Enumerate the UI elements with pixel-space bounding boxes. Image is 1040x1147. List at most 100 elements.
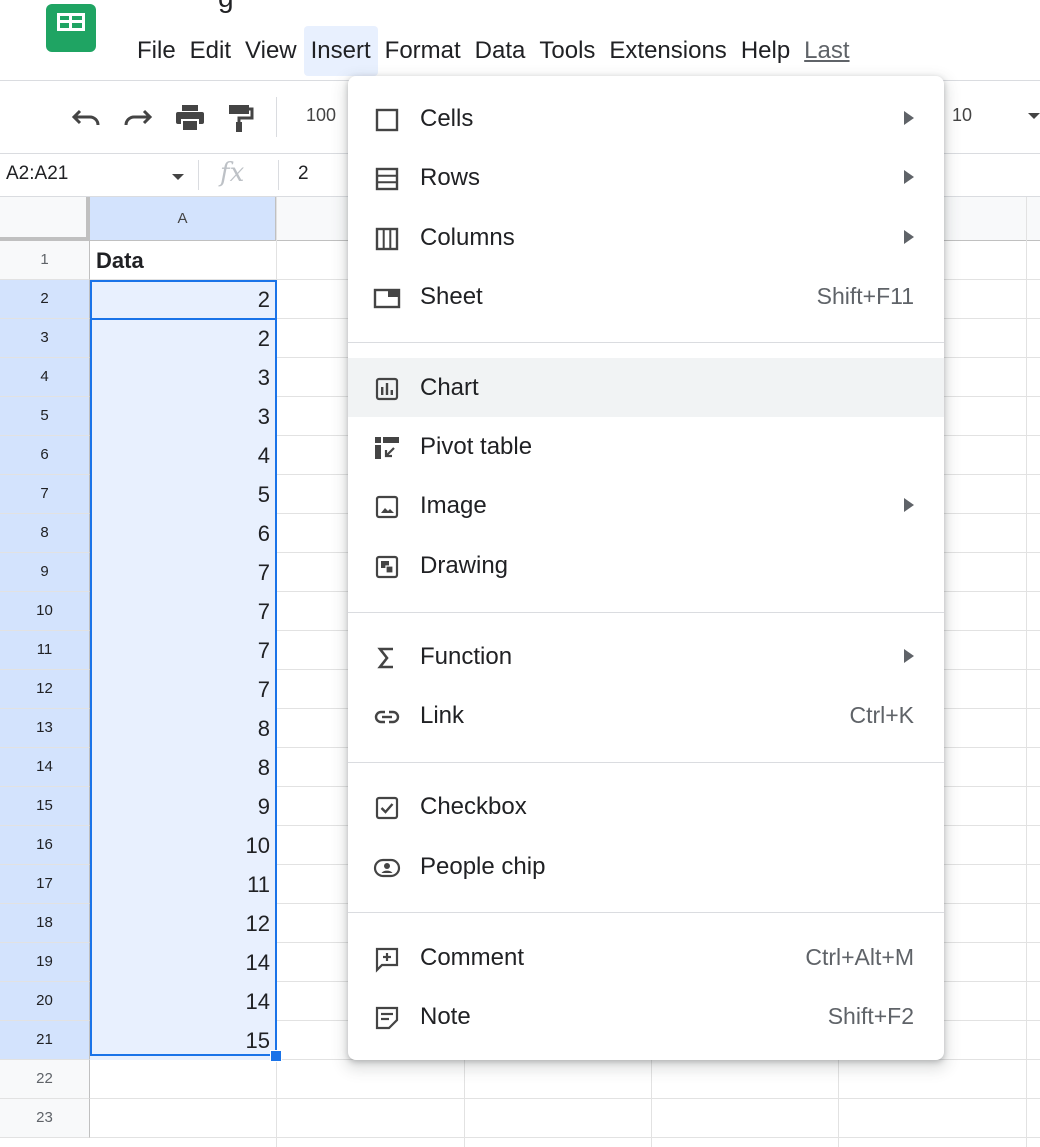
row-header[interactable]: 19 [0, 943, 90, 982]
row-header[interactable]: 16 [0, 826, 90, 865]
cell-a14[interactable]: 8 [90, 748, 276, 787]
cell-a1[interactable]: Data [90, 241, 276, 280]
cell-a10[interactable]: 7 [90, 592, 276, 631]
row-header[interactable]: 9 [0, 553, 90, 592]
redo-icon[interactable] [122, 103, 154, 131]
menu-item-link[interactable]: Link Ctrl+K [348, 686, 944, 745]
menu-item-label: Pivot table [420, 433, 533, 460]
checkbox-icon [375, 796, 399, 820]
font-size-caret-icon[interactable] [1028, 113, 1040, 119]
name-box-caret-icon[interactable] [172, 174, 184, 180]
cell-a18[interactable]: 12 [90, 904, 276, 943]
link-icon [374, 710, 400, 724]
menu-tools[interactable]: Tools [532, 26, 602, 76]
menu-item-sheet[interactable]: Sheet Shift+F11 [348, 267, 944, 326]
fx-icon: fx [220, 158, 245, 188]
menu-item-note[interactable]: Note Shift+F2 [348, 987, 944, 1046]
row-header[interactable]: 13 [0, 709, 90, 748]
menu-item-label: Comment [420, 944, 525, 971]
cell-a6[interactable]: 4 [90, 436, 276, 475]
row-header[interactable]: 8 [0, 514, 90, 553]
menu-extensions[interactable]: Extensions [602, 26, 733, 76]
menu-data[interactable]: Data [468, 26, 533, 76]
fill-handle[interactable] [270, 1050, 282, 1062]
grid-line [90, 1137, 1040, 1138]
cell-a9[interactable]: 7 [90, 553, 276, 592]
row-header[interactable]: 15 [0, 787, 90, 826]
select-all-corner[interactable] [0, 197, 90, 241]
row-header[interactable]: 20 [0, 982, 90, 1021]
cell-a19[interactable]: 14 [90, 943, 276, 982]
formula-input[interactable]: 2 [298, 163, 309, 185]
document-title[interactable]: g [218, 0, 234, 14]
menu-item-label: People chip [420, 853, 546, 880]
print-icon[interactable] [174, 103, 206, 133]
comment-icon [375, 947, 399, 973]
undo-icon[interactable] [70, 103, 102, 131]
menu-bar: File Edit View Insert Format Data Tools Extensi… [130, 26, 857, 76]
cell-a17[interactable]: 11 [90, 865, 276, 904]
submenu-arrow-icon [904, 230, 914, 244]
menu-file[interactable]: File [130, 26, 183, 76]
submenu-arrow-icon [904, 498, 914, 512]
cell-a21[interactable]: 15 [90, 1021, 276, 1060]
row-header[interactable]: 1 [0, 241, 90, 280]
row-header[interactable]: 6 [0, 436, 90, 475]
menu-item-pivot-table[interactable]: Pivot table [348, 417, 944, 476]
cell-a4[interactable]: 3 [90, 358, 276, 397]
menu-item-comment[interactable]: Comment Ctrl+Alt+M [348, 928, 944, 987]
submenu-arrow-icon [904, 111, 914, 125]
zoom-select[interactable]: 100 [306, 105, 336, 126]
sheets-logo-icon[interactable] [46, 4, 96, 52]
row-header[interactable]: 4 [0, 358, 90, 397]
menu-item-label: Columns [420, 224, 515, 251]
menu-item-rows[interactable]: Rows [348, 148, 944, 207]
row-header[interactable]: 14 [0, 748, 90, 787]
row-header[interactable]: 5 [0, 397, 90, 436]
row-header[interactable]: 23 [0, 1099, 90, 1138]
menu-item-drawing[interactable]: Drawing [348, 536, 944, 595]
menu-item-checkbox[interactable]: Checkbox [348, 777, 944, 836]
row-header[interactable]: 10 [0, 592, 90, 631]
menu-edit[interactable]: Edit [183, 26, 238, 76]
cell-a13[interactable]: 8 [90, 709, 276, 748]
menu-help[interactable]: Help [734, 26, 797, 76]
paint-format-icon[interactable] [226, 103, 254, 133]
row-header[interactable]: 17 [0, 865, 90, 904]
row-header[interactable]: 21 [0, 1021, 90, 1060]
row-header[interactable]: 2 [0, 280, 90, 319]
menu-separator [348, 762, 944, 763]
font-size-input[interactable]: 10 [952, 105, 972, 126]
menu-item-image[interactable]: Image [348, 476, 944, 535]
menu-item-chart[interactable]: Chart [348, 358, 944, 417]
people-chip-icon [373, 858, 401, 878]
menu-item-cells[interactable]: Cells [348, 89, 944, 148]
function-icon [377, 647, 393, 669]
cell-a20[interactable]: 14 [90, 982, 276, 1021]
column-header-a[interactable]: A [90, 197, 276, 241]
menu-item-function[interactable]: Function [348, 627, 944, 686]
row-header[interactable]: 22 [0, 1060, 90, 1099]
menu-item-columns[interactable]: Columns [348, 208, 944, 267]
name-box[interactable]: A2:A21 [6, 163, 68, 185]
row-header[interactable]: 11 [0, 631, 90, 670]
menu-insert[interactable]: Insert [303, 26, 378, 76]
cell-a16[interactable]: 10 [90, 826, 276, 865]
cell-a11[interactable]: 7 [90, 631, 276, 670]
menu-view[interactable]: View [238, 26, 304, 76]
grid-line [90, 1098, 1040, 1099]
cell-a5[interactable]: 3 [90, 397, 276, 436]
row-header[interactable]: 12 [0, 670, 90, 709]
cell-a12[interactable]: 7 [90, 670, 276, 709]
cell-a3[interactable]: 2 [90, 319, 276, 358]
row-header[interactable]: 7 [0, 475, 90, 514]
menu-format[interactable]: Format [378, 26, 468, 76]
cell-a15[interactable]: 9 [90, 787, 276, 826]
row-header[interactable]: 18 [0, 904, 90, 943]
menu-last-edit[interactable]: Last [797, 26, 856, 76]
cell-a7[interactable]: 5 [90, 475, 276, 514]
cell-a8[interactable]: 6 [90, 514, 276, 553]
row-header[interactable]: 3 [0, 319, 90, 358]
menu-item-people-chip[interactable]: People chip [348, 837, 944, 896]
note-icon [375, 1006, 399, 1030]
